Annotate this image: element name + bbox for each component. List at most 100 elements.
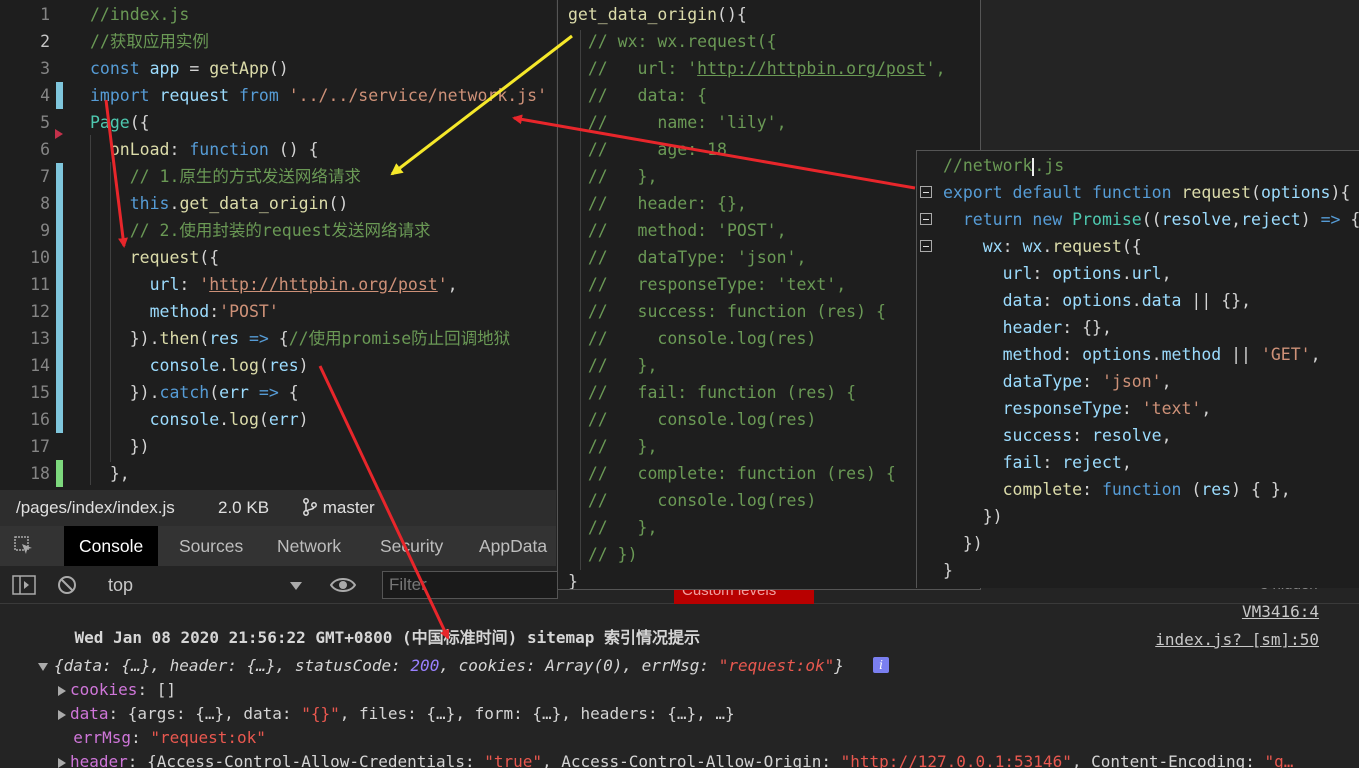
branch-name: master <box>322 498 375 517</box>
code-line[interactable]: 18 }, <box>0 460 556 487</box>
code-line: // }) <box>587 545 638 564</box>
git-change-marker <box>56 82 63 109</box>
tab-appdata[interactable]: AppData <box>464 526 562 566</box>
context-selector[interactable]: top <box>108 566 133 604</box>
branch-indicator[interactable]: master <box>302 490 375 526</box>
git-change-marker <box>56 460 63 487</box>
file-path[interactable]: /pages/index/index.js <box>16 490 175 526</box>
git-change-marker <box>56 244 63 271</box>
code-text: // 2.使用封装的request发送网络请求 <box>129 221 431 240</box>
git-change-marker <box>56 271 63 298</box>
filter-input[interactable]: Filter <box>382 571 558 599</box>
code-line: // complete: function (res) { <box>587 464 896 483</box>
line-number: 17 <box>30 437 50 456</box>
code-line: get_data_origin(){ <box>568 5 747 24</box>
breakpoint-arrow-icon[interactable] <box>55 129 63 139</box>
code-line: // method: 'POST', <box>587 221 787 240</box>
code-text: }, <box>90 464 130 483</box>
code-line[interactable]: 5 Page({ <box>0 109 556 136</box>
code-line: // console.log(res) <box>587 410 817 429</box>
git-change-marker <box>56 163 63 190</box>
code-line: dataType: 'json', <box>1002 372 1172 391</box>
code-line: // responseType: 'text', <box>587 275 847 294</box>
tab-sources[interactable]: Sources <box>164 526 258 566</box>
code-line: fail: reject, <box>1002 453 1132 472</box>
code-line[interactable]: 8 this.get_data_origin() <box>0 190 556 217</box>
eye-icon[interactable] <box>330 575 356 595</box>
object-property[interactable]: cookies: [] <box>58 678 1359 702</box>
code-line: // console.log(res) <box>587 329 817 348</box>
code-line[interactable]: 6 onLoad: function () { <box>0 136 556 163</box>
code-line: header: {}, <box>1002 318 1112 337</box>
code-line[interactable]: 11 url: 'http://httpbin.org/post', <box>0 271 556 298</box>
code-text: console.log(err) <box>149 410 309 429</box>
line-number: 8 <box>40 194 50 213</box>
git-change-marker <box>56 406 63 433</box>
object-property[interactable]: data: {args: {…}, data: "{}", files: {…}… <box>58 702 1359 726</box>
code-line: url: options.url, <box>1002 264 1172 283</box>
code-line: // console.log(res) <box>587 491 817 510</box>
code-line: //network .js <box>943 156 1065 176</box>
sidebar-toggle-icon[interactable] <box>12 575 36 595</box>
code-text: }).then(res => {//使用promise防止回调地狱 <box>90 329 511 348</box>
fold-toggle-icon[interactable] <box>920 213 932 225</box>
inspect-element-icon[interactable] <box>14 536 34 556</box>
git-change-marker <box>56 190 63 217</box>
line-number: 3 <box>40 59 50 78</box>
git-change-marker <box>56 352 63 379</box>
code-line[interactable]: 9 // 2.使用封装的request发送网络请求 <box>0 217 556 244</box>
code-line: return new Promise((resolve,reject) => { <box>962 210 1359 229</box>
git-change-marker <box>56 217 63 244</box>
code-text: // 1.原生的方式发送网络请求 <box>129 167 361 186</box>
devtools-tab-bar: Console Sources Network Security AppData <box>0 526 556 566</box>
fold-toggle-icon[interactable] <box>920 186 932 198</box>
code-line[interactable]: 16 console.log(err) <box>0 406 556 433</box>
info-icon[interactable]: i <box>873 657 889 673</box>
chevron-down-icon[interactable] <box>290 582 302 590</box>
code-line: // wx: wx.request({ <box>587 32 777 51</box>
code-line: // fail: function (res) { <box>587 383 857 402</box>
source-link[interactable]: VM3416:4 <box>1242 604 1319 621</box>
code-line[interactable]: 10 request({ <box>0 244 556 271</box>
code-line: success: resolve, <box>1002 426 1172 445</box>
fold-toggle-icon[interactable] <box>920 240 932 252</box>
code-line[interactable]: 14 console.log(res) <box>0 352 556 379</box>
code-text: //index.js <box>90 5 190 24</box>
line-number: 18 <box>30 464 50 483</box>
code-line: // age: 18 <box>587 140 727 159</box>
source-link[interactable]: index.js? [sm]:50 <box>1155 630 1319 649</box>
code-line: // }, <box>587 167 658 186</box>
code-line[interactable]: 4 import request from '../../service/netw… <box>0 82 556 109</box>
code-line[interactable]: 12 method:'POST' <box>0 298 556 325</box>
code-text: request({ <box>129 248 220 267</box>
code-line: complete: function (res) { }, <box>1002 480 1291 499</box>
clear-console-icon[interactable] <box>57 575 77 595</box>
code-line[interactable]: 1 //index.js <box>0 1 556 28</box>
code-line: data: options.data || {}, <box>1002 291 1252 310</box>
object-property[interactable]: header: {Access-Control-Allow-Credential… <box>58 750 1359 768</box>
object-summary[interactable]: {data: {…}, header: {…}, statusCode: 200… <box>38 654 1359 678</box>
code-text: import request from '../../service/netwo… <box>90 86 547 105</box>
console-output[interactable]: Wed Jan 08 2020 21:56:22 GMT+0800 (中国标准时… <box>0 604 1359 768</box>
line-number: 5 <box>40 113 50 132</box>
code-line[interactable]: 15 }).catch(err => { <box>0 379 556 406</box>
tab-network[interactable]: Network <box>262 526 356 566</box>
main-code-editor[interactable]: 1 //index.js 2 //获取应用实例 3 const app = getApp(… <box>0 0 556 490</box>
code-text: }) <box>90 437 150 456</box>
code-line: // header: {}, <box>587 194 747 213</box>
line-number: 14 <box>30 356 50 375</box>
code-line[interactable]: 3 const app = getApp() <box>0 55 556 82</box>
git-branch-icon <box>303 498 317 516</box>
code-line[interactable]: 2 //获取应用实例 <box>0 28 556 55</box>
tab-security[interactable]: Security <box>365 526 458 566</box>
code-text: const app = getApp() <box>90 59 289 78</box>
code-line: responseType: 'text', <box>1002 399 1212 418</box>
code-line[interactable]: 17 }) <box>0 433 556 460</box>
code-text: url: 'http://httpbin.org/post', <box>149 275 458 294</box>
code-line[interactable]: 13 }).then(res => {//使用promise防止回调地狱 <box>0 325 556 352</box>
line-number: 15 <box>30 383 50 402</box>
code-line[interactable]: 7 // 1.原生的方式发送网络请求 <box>0 163 556 190</box>
code-line: export default function request(options)… <box>943 183 1351 202</box>
line-number: 6 <box>40 140 50 159</box>
tab-console[interactable]: Console <box>64 526 159 566</box>
